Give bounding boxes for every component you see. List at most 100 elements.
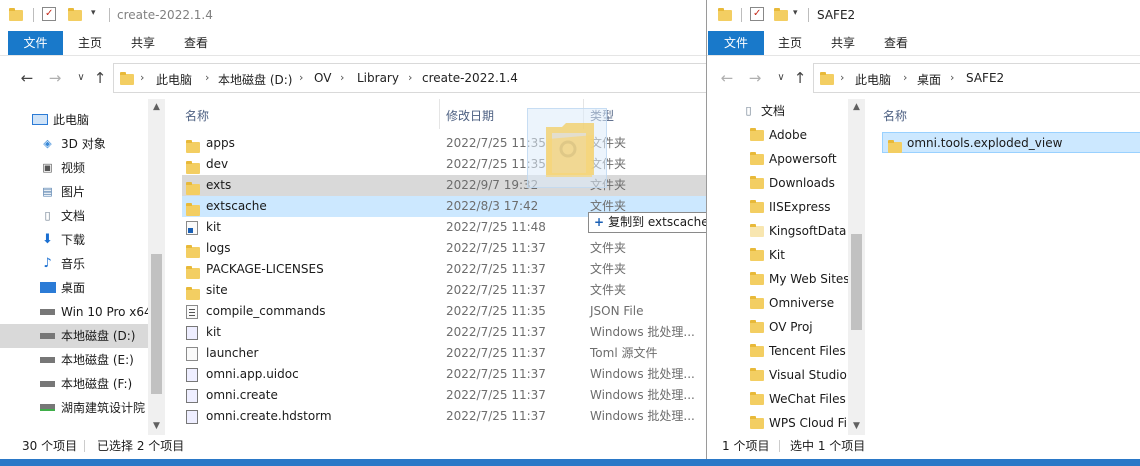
nav-item-drive-f[interactable]: 本地磁盘 (F:) [0,372,165,396]
tab-file[interactable]: 文件 [708,31,764,55]
file-name: omni.app.uidoc [206,367,299,381]
column-header-name[interactable]: 名称 [185,107,209,124]
up-arrow-icon[interactable]: ↑ [91,69,109,87]
scroll-down-icon[interactable]: ▼ [148,418,165,435]
nav-item[interactable]: Kit [707,243,848,267]
table-row[interactable]: omni.create 2022/7/25 11:37 Windows 批处理... [182,385,706,406]
nav-item-label: IISExpress [769,200,831,214]
nav-item-drive-c[interactable]: Win 10 Pro x64 [0,300,165,324]
table-row[interactable]: omni.create.hdstorm 2022/7/25 11:37 Window… [182,406,706,427]
nav-item[interactable]: ▯ 文档 [707,99,848,123]
recent-locations-chevron-icon[interactable]: ∨ [72,72,90,83]
tab-view[interactable]: 查看 [876,31,916,55]
nav-item[interactable]: My Web Sites [707,267,850,291]
tab-file[interactable]: 文件 [8,31,63,55]
address-bar[interactable]: › 此电脑 › 桌面 › SAFE2 [813,63,1140,93]
folder-icon [186,179,200,195]
nav-item[interactable]: WeChat Files [707,387,848,411]
nav-item[interactable]: Omniverse [707,291,848,315]
nav-item-drive-e[interactable]: 本地磁盘 (E:) [0,348,165,372]
back-arrow-icon[interactable]: ← [718,69,736,87]
up-arrow-icon[interactable]: ↑ [791,69,809,87]
new-folder-icon[interactable] [68,8,82,22]
nav-item-downloads[interactable]: ⬇ 下载 [0,228,165,252]
customize-toolbar-icon[interactable]: ▾ [91,8,105,22]
nav-item-3d-objects[interactable]: ◈ 3D 对象 [0,132,165,156]
table-row[interactable]: exts 2022/9/7 19:32 文件夹 [182,175,706,196]
scroll-up-icon[interactable]: ▲ [848,99,865,116]
breadcrumb-item-current[interactable]: create-2022.1.4 [422,71,518,85]
file-date: 2022/7/25 11:37 [446,409,546,423]
breadcrumb-item[interactable]: 此电脑 [855,71,891,88]
nav-item[interactable]: WPS Cloud Fi [707,411,848,435]
back-arrow-icon[interactable]: ← [18,69,36,87]
table-row[interactable]: dev 2022/7/25 11:35 文件夹 [182,154,706,175]
forward-arrow-icon[interactable]: → [746,69,764,87]
properties-icon[interactable]: ✓ [750,7,764,21]
file-type: Windows 批处理... [590,409,695,423]
file-type: Windows 批处理... [590,388,695,402]
file-date: 2022/7/25 11:37 [446,367,546,381]
text-file-icon [186,347,200,361]
breadcrumb-item-current[interactable]: SAFE2 [966,71,1004,85]
file-name: compile_commands [206,304,326,318]
nav-item[interactable]: OV Proj [707,315,848,339]
title-bar: ✓ ▾ SAFE2 [707,0,1140,31]
nav-item[interactable]: IISExpress [707,195,848,219]
table-row[interactable]: PACKAGE-LICENSES 2022/7/25 11:37 文件夹 [182,259,706,280]
breadcrumb-item[interactable]: 桌面 [917,71,941,88]
tab-home[interactable]: 主页 [70,31,110,55]
table-row[interactable]: launcher 2022/7/25 11:37 Toml 源文件 [182,343,706,364]
customize-toolbar-icon[interactable]: ▾ [793,8,807,22]
table-row[interactable]: site 2022/7/25 11:37 文件夹 [182,280,706,301]
nav-item-documents[interactable]: ▯ 文档 [0,204,165,228]
tab-home[interactable]: 主页 [770,31,810,55]
scroll-down-icon[interactable]: ▼ [848,418,865,435]
recent-locations-chevron-icon[interactable]: ∨ [772,72,790,83]
folder-icon [120,72,134,86]
scroll-thumb[interactable] [851,234,862,330]
selected-count: 已选择 2 个项目 [97,439,185,453]
scroll-thumb[interactable] [151,254,162,394]
cube-icon: ◈ [43,137,52,150]
nav-scrollbar[interactable]: ▲ ▼ [148,99,165,435]
nav-item[interactable]: Apowersoft [707,147,848,171]
tab-share[interactable]: 共享 [823,31,863,55]
drive-icon [40,333,55,339]
folder-icon [820,72,834,86]
scroll-up-icon[interactable]: ▲ [148,99,165,116]
list-item[interactable]: omni.tools.exploded_view [882,132,1140,153]
nav-item[interactable]: Adobe [707,123,848,147]
nav-scrollbar[interactable]: ▲ ▼ [848,99,865,435]
nav-item-drive-d[interactable]: 本地磁盘 (D:) [0,324,148,348]
table-row[interactable]: kit 2022/7/25 11:37 Windows 批处理... [182,322,706,343]
table-row[interactable]: omni.app.uidoc 2022/7/25 11:37 Windows 批处理… [182,364,706,385]
nav-item-label: Visual Studio [769,368,847,382]
nav-item-desktop[interactable]: 桌面 [0,276,165,300]
column-header-date[interactable]: 修改日期 [446,107,494,124]
breadcrumb-item[interactable]: 本地磁盘 (D:) [218,71,292,88]
nav-item-network-drive[interactable]: 湖南建筑设计院 [0,396,165,420]
nav-item[interactable]: Tencent Files [707,339,848,363]
breadcrumb-item[interactable]: OV [314,71,331,85]
table-row[interactable]: compile_commands 2022/7/25 11:35 JSON File [182,301,706,322]
tab-view[interactable]: 查看 [176,31,216,55]
forward-arrow-icon[interactable]: → [46,69,64,87]
nav-item-videos[interactable]: ▣ 视频 [0,156,165,180]
breadcrumb-item[interactable]: Library [357,71,399,85]
nav-item-music[interactable]: ♪ 音乐 [0,252,165,276]
nav-item-pictures[interactable]: ▤ 图片 [0,180,165,204]
table-row[interactable]: apps 2022/7/25 11:35 文件夹 [182,133,706,154]
column-header-name[interactable]: 名称 [883,107,907,124]
nav-item[interactable]: Downloads [707,171,848,195]
breadcrumb-item[interactable]: 此电脑 [156,71,192,88]
file-date: 2022/7/25 11:35 [446,304,546,318]
address-bar[interactable]: › 此电脑 › 本地磁盘 (D:) › OV › Library › creat… [113,63,706,93]
nav-item[interactable]: KingsoftData [707,219,848,243]
new-folder-icon[interactable] [774,8,788,22]
nav-item-this-pc[interactable]: 此电脑 [0,108,165,132]
properties-icon[interactable]: ✓ [42,7,56,21]
table-row[interactable]: logs 2022/7/25 11:37 文件夹 [182,238,706,259]
nav-item[interactable]: Visual Studio [707,363,848,387]
tab-share[interactable]: 共享 [123,31,163,55]
